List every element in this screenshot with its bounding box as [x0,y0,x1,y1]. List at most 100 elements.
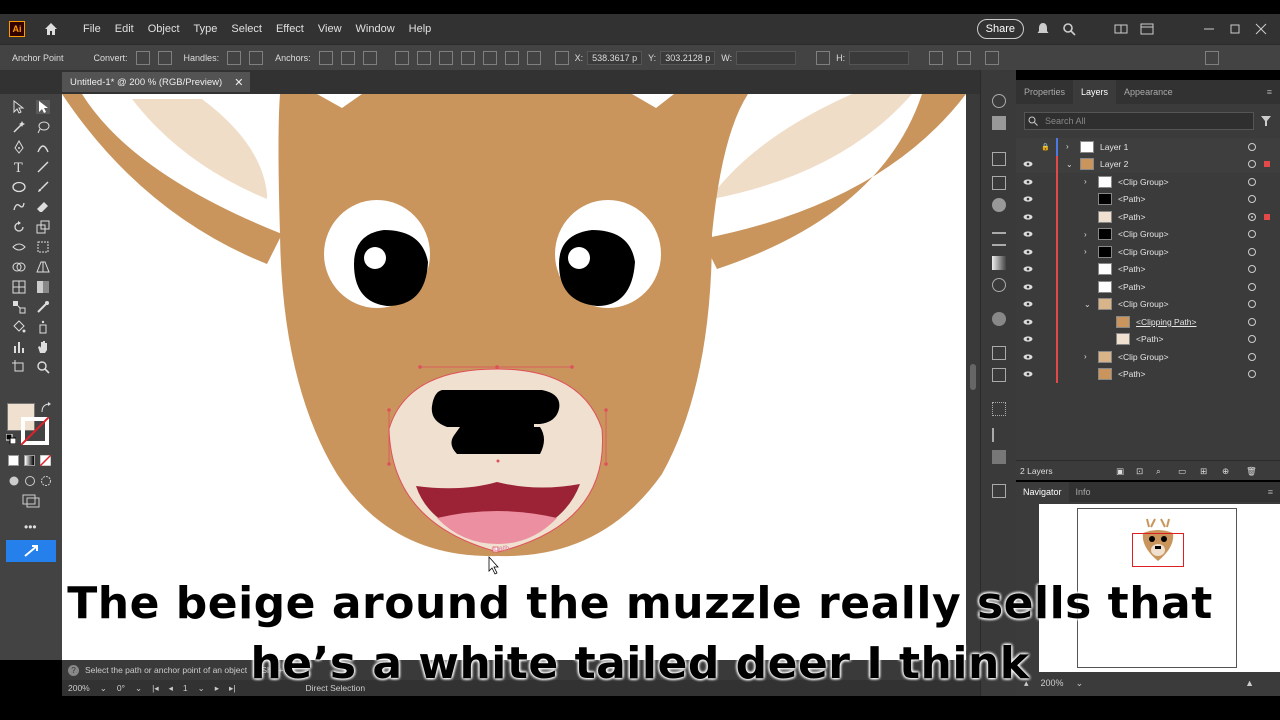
libraries-icon[interactable] [992,94,1006,108]
align-top-icon[interactable] [482,50,497,65]
visibility-eye-icon[interactable] [1023,231,1033,237]
reference-point-icon[interactable] [554,50,569,65]
draw-behind-icon[interactable] [24,475,36,487]
symbols-icon[interactable] [992,198,1006,212]
chevron-right-icon[interactable]: › [1084,247,1087,256]
width-tool-icon[interactable] [12,240,26,254]
target-icon[interactable] [1248,370,1256,379]
selection-tool-icon[interactable] [12,100,26,114]
target-icon[interactable] [1248,265,1256,274]
align-objects-icon[interactable] [992,428,1006,442]
panel-menu-icon[interactable]: ≡ [1259,80,1280,104]
gradient-mode-icon[interactable] [24,455,35,466]
tab-navigator[interactable]: Navigator [1016,482,1069,502]
layer-name[interactable]: <Clip Group> [1118,299,1169,309]
direct-selection-tool-icon[interactable] [36,100,50,114]
perspective-grid-tool-icon[interactable] [36,260,50,274]
target-icon[interactable] [1248,177,1256,186]
layer-row[interactable]: › <Clip Group> [1016,173,1280,191]
layer-row[interactable]: <Path> [1016,190,1280,208]
free-transform-tool-icon[interactable] [36,240,50,254]
shape-builder-tool-icon[interactable] [12,260,26,274]
draw-inside-icon[interactable] [40,475,52,487]
layer-name[interactable]: <Clip Group> [1118,177,1169,187]
hide-handles-icon[interactable] [249,50,264,65]
hand-tool-icon[interactable] [36,340,50,354]
menu-file[interactable]: File [83,23,101,35]
home-icon[interactable] [43,21,59,37]
close-tab-icon[interactable]: ✕ [234,76,243,89]
layer-row[interactable]: <Path> [1016,278,1280,296]
visibility-eye-icon[interactable] [1023,301,1033,307]
isolate-icon[interactable] [957,50,972,65]
close-window-icon[interactable] [1254,22,1268,36]
layer-row[interactable]: <Clipping Path> [1016,313,1280,331]
visibility-eye-icon[interactable] [1023,336,1033,342]
navigator-view-box[interactable] [1132,533,1184,567]
transform-icon[interactable] [929,50,944,65]
layer-name[interactable]: <Path> [1118,212,1145,222]
layers-search-icon[interactable]: ⌕ [1156,461,1161,481]
line-segment-tool-icon[interactable] [36,160,50,174]
layer-name[interactable]: Layer 2 [1100,159,1128,169]
layer-name[interactable]: <Clip Group> [1118,352,1169,362]
pen-tool-icon[interactable] [12,140,26,154]
chevron-right-icon[interactable]: › [1066,142,1069,151]
align-panel-icon[interactable] [992,152,1006,166]
scale-tool-icon[interactable] [36,220,50,234]
target-icon[interactable] [1248,160,1256,169]
tab-properties[interactable]: Properties [1016,80,1073,104]
convert-corner-icon[interactable] [135,50,150,65]
minimize-icon[interactable] [1202,22,1216,36]
layer-name[interactable]: <Path> [1118,369,1145,379]
menu-object[interactable]: Object [148,23,180,35]
visibility-eye-icon[interactable] [1023,354,1033,360]
layer-name[interactable]: Layer 1 [1100,142,1128,152]
layer-name[interactable]: <Path> [1118,264,1145,274]
target-icon[interactable] [1248,142,1256,151]
layer-row[interactable]: ⌄ <Clip Group> [1016,295,1280,313]
chevron-right-icon[interactable]: › [1084,230,1087,239]
align-to-icon[interactable] [394,50,409,65]
h-field[interactable] [849,50,910,65]
locate-object-icon[interactable]: ⊡ [1136,461,1143,481]
selection-indicator[interactable] [1264,213,1270,220]
collect-export-icon[interactable]: ▣ [1116,461,1124,481]
chevron-right-icon[interactable]: › [1084,352,1087,361]
align-middle-icon[interactable] [504,50,519,65]
target-icon[interactable] [1248,230,1256,239]
default-fill-stroke-icon[interactable] [6,434,16,444]
mesh-tool-icon[interactable] [12,280,26,294]
visibility-eye-icon[interactable] [1023,249,1033,255]
cut-path-icon[interactable] [362,50,377,65]
align-bottom-icon[interactable] [526,50,541,65]
layer-row[interactable]: <Path> [1016,365,1280,383]
pathfinder-icon[interactable] [992,450,1006,464]
align-right-icon[interactable] [460,50,475,65]
layer-row[interactable]: ⌄ Layer 2 [1016,155,1280,173]
menu-view[interactable]: View [318,23,342,35]
visibility-eye-icon[interactable] [1023,214,1033,220]
layer-name[interactable]: <Clip Group> [1118,247,1169,257]
tab-appearance[interactable]: Appearance [1116,80,1181,104]
target-icon[interactable] [1248,195,1256,204]
gradient-panel-icon[interactable] [992,256,1006,270]
visibility-eye-icon[interactable] [1023,319,1033,325]
document-tab[interactable]: Untitled-1* @ 200 % (RGB/Preview) ✕ [62,72,250,92]
chevron-down-icon[interactable]: ⌄ [1066,160,1073,169]
visibility-eye-icon[interactable] [1023,266,1033,272]
menu-edit[interactable]: Edit [115,23,134,35]
constrain-link-icon[interactable] [816,50,831,65]
align-center-icon[interactable] [438,50,453,65]
arrange-documents-icon[interactable] [1114,22,1128,36]
layer-name[interactable]: <Path> [1136,334,1163,344]
layer-row[interactable]: 🔒 › Layer 1 [1016,138,1280,156]
share-button[interactable]: Share [976,19,1024,39]
target-icon[interactable] [1248,352,1256,361]
panel-menu-icon[interactable] [1205,50,1220,65]
image-trace-icon[interactable] [992,116,1006,130]
convert-smooth-icon[interactable] [157,50,172,65]
paintbrush-tool-icon[interactable] [36,180,50,194]
stroke-panel-icon[interactable] [992,232,1006,246]
transparency-icon[interactable] [992,278,1006,292]
